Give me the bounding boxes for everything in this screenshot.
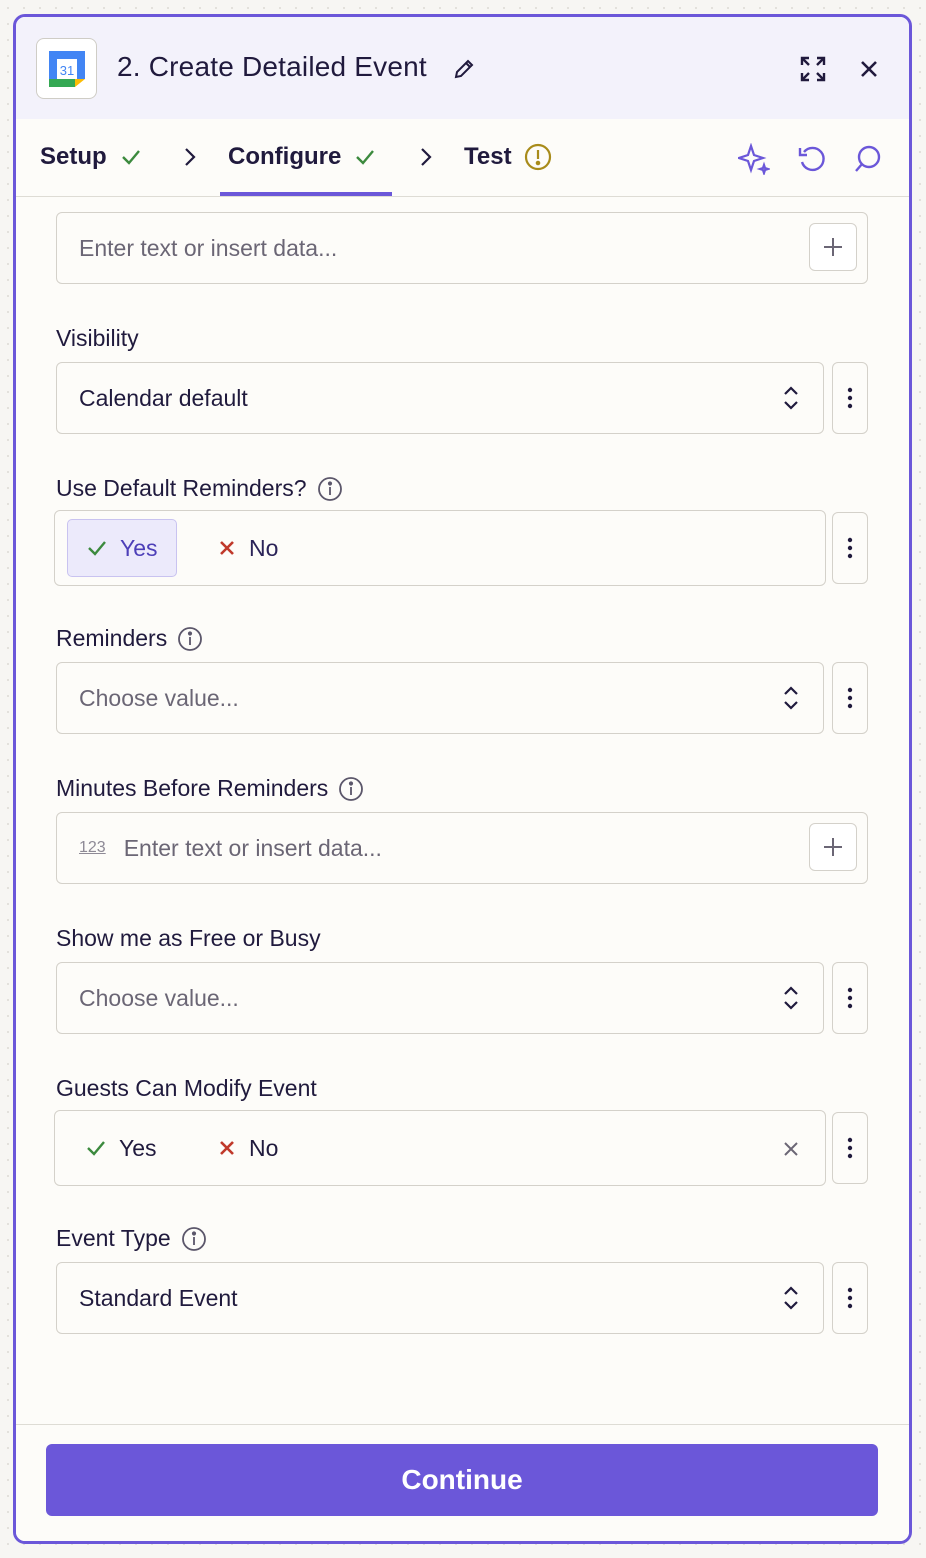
default-reminders-yes-option[interactable]: Yes: [67, 519, 177, 577]
default-reminders-no-option[interactable]: No: [199, 519, 296, 577]
plus-icon: [824, 238, 842, 256]
event-type-label: Event Type: [56, 1225, 207, 1252]
undo-icon[interactable]: [796, 143, 828, 175]
kebab-menu-icon: [847, 1287, 853, 1309]
text-input-field[interactable]: Enter text or insert data...: [56, 212, 868, 284]
google-calendar-icon: 31: [36, 38, 97, 99]
event-type-more-button[interactable]: [832, 1262, 868, 1334]
up-down-chevron-icon: [784, 1286, 798, 1310]
step-editor-panel: 31 2. Create Detailed Event Setup Config…: [13, 14, 912, 1544]
expand-icon[interactable]: [798, 54, 828, 84]
check-icon: [87, 1141, 105, 1156]
visibility-label: Visibility: [56, 325, 139, 351]
reminders-more-button[interactable]: [832, 662, 868, 734]
check-icon: [88, 541, 106, 556]
number-type-icon: 123: [79, 839, 106, 856]
free-busy-more-button[interactable]: [832, 962, 868, 1034]
check-icon: [121, 150, 140, 165]
kebab-menu-icon: [847, 537, 853, 559]
tab-test[interactable]: Test: [464, 143, 552, 171]
close-icon[interactable]: [854, 54, 884, 84]
default-reminders-label: Use Default Reminders?: [56, 475, 343, 502]
clear-icon[interactable]: [781, 1139, 801, 1159]
kebab-menu-icon: [847, 987, 853, 1009]
reminders-select[interactable]: Choose value...: [56, 662, 824, 734]
info-icon[interactable]: [317, 476, 343, 502]
visibility-select[interactable]: Calendar default: [56, 362, 824, 434]
info-icon[interactable]: [181, 1226, 207, 1252]
visibility-more-button[interactable]: [832, 362, 868, 434]
panel-header: 31 2. Create Detailed Event: [16, 17, 909, 119]
reminders-label: Reminders: [56, 625, 203, 652]
insert-data-button[interactable]: [809, 223, 857, 271]
kebab-menu-icon: [847, 687, 853, 709]
warning-circle-icon: [524, 143, 551, 171]
x-icon: [220, 541, 234, 555]
info-icon[interactable]: [177, 626, 203, 652]
check-icon: [356, 150, 375, 165]
info-icon[interactable]: [338, 776, 364, 802]
up-down-chevron-icon: [784, 686, 798, 710]
guests-modify-no-option[interactable]: No: [199, 1119, 296, 1177]
svg-text:31: 31: [59, 63, 73, 78]
guests-modify-label: Guests Can Modify Event: [56, 1075, 317, 1101]
x-icon: [220, 1141, 234, 1155]
kebab-menu-icon: [847, 1137, 853, 1159]
up-down-chevron-icon: [784, 386, 798, 410]
insert-data-button[interactable]: [809, 823, 857, 871]
tab-configure[interactable]: Configure: [228, 143, 377, 171]
form-content: Enter text or insert data... Visibility …: [16, 198, 909, 1424]
minutes-before-input[interactable]: 123 Enter text or insert data...: [56, 812, 868, 884]
step-title: 2. Create Detailed Event: [117, 51, 427, 82]
up-down-chevron-icon: [784, 986, 798, 1010]
tab-setup[interactable]: Setup: [40, 143, 143, 171]
minutes-before-label: Minutes Before Reminders: [56, 775, 364, 802]
edit-pencil-icon[interactable]: [452, 57, 476, 81]
chevron-right-icon: [185, 148, 196, 166]
guests-modify-toggle: Yes No: [54, 1110, 826, 1186]
chevron-right-icon: [421, 148, 432, 166]
comment-icon[interactable]: [852, 143, 884, 175]
free-busy-label: Show me as Free or Busy: [56, 925, 321, 951]
default-reminders-more-button[interactable]: [832, 512, 868, 584]
guests-modify-more-button[interactable]: [832, 1112, 868, 1184]
step-tabs: Setup Configure Test: [16, 119, 909, 197]
free-busy-select[interactable]: Choose value...: [56, 962, 824, 1034]
active-tab-indicator: [220, 192, 392, 196]
event-type-select[interactable]: Standard Event: [56, 1262, 824, 1334]
plus-icon: [824, 838, 842, 856]
default-reminders-toggle: Yes No: [54, 510, 826, 586]
guests-modify-yes-option[interactable]: Yes: [67, 1119, 175, 1177]
continue-button[interactable]: Continue: [46, 1444, 878, 1516]
panel-footer: Continue: [16, 1424, 909, 1541]
kebab-menu-icon: [847, 387, 853, 409]
ai-sparkle-icon[interactable]: [738, 143, 770, 175]
